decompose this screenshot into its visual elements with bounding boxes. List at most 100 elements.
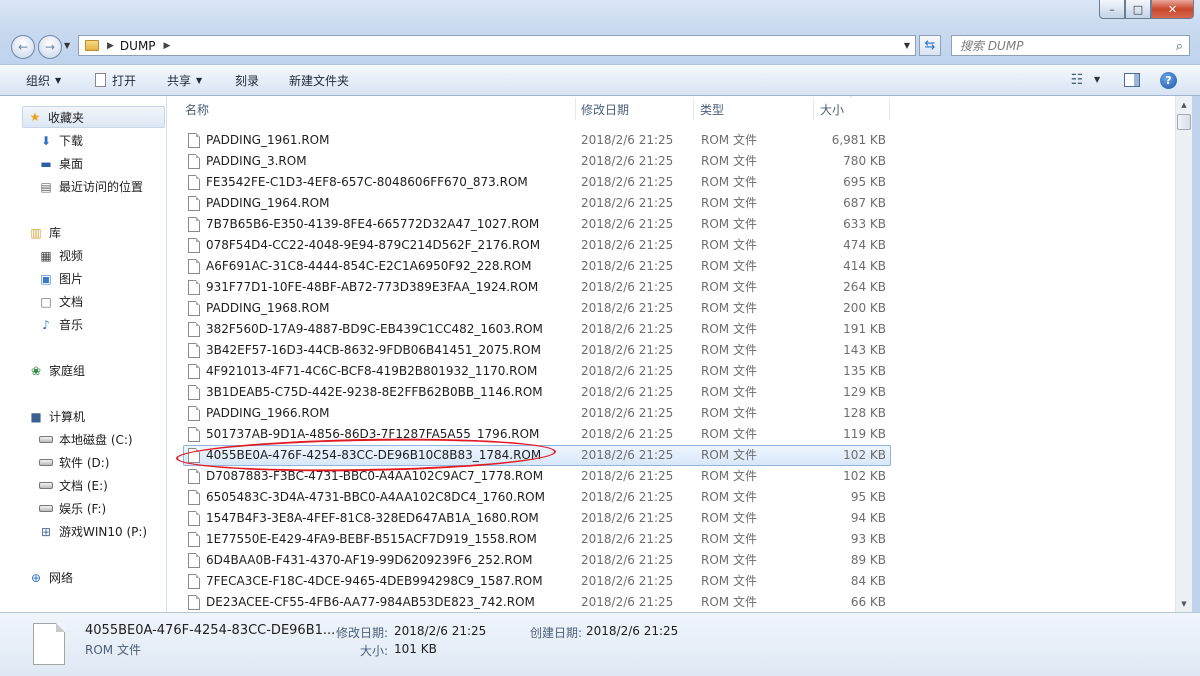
- file-type: ROM 文件: [701, 259, 757, 273]
- burn-button[interactable]: 刻录: [235, 65, 259, 95]
- share-button[interactable]: 共享 ▼: [167, 65, 202, 95]
- file-row[interactable]: PADDING_1961.ROM 2018/2/6 21:25 ROM 文件 6,98…: [183, 130, 891, 151]
- nav-drive-e[interactable]: 文档 (E:): [38, 477, 108, 494]
- nav-music[interactable]: ♪ 音乐: [38, 316, 83, 333]
- file-size: 474 KB: [843, 238, 886, 252]
- file-row[interactable]: PADDING_1964.ROM 2018/2/6 21:25 ROM 文件 687 …: [183, 193, 891, 214]
- nav-network[interactable]: ⊕ 网络: [28, 569, 73, 586]
- file-row[interactable]: FE3542FE-C1D3-4EF8-657C-8048606FF670_873…: [183, 172, 891, 193]
- breadcrumb-separator-icon[interactable]: ▶: [107, 41, 114, 51]
- scroll-thumb[interactable]: [1177, 114, 1191, 130]
- nav-homegroup[interactable]: ❀ 家庭组: [28, 362, 85, 379]
- file-date: 2018/2/6 21:25: [581, 469, 674, 483]
- file-row[interactable]: 382F560D-17A9-4887-BD9C-EB439C1CC482_160…: [183, 319, 891, 340]
- scroll-up-button[interactable]: ▲: [1176, 96, 1192, 113]
- recent-pages-dropdown[interactable]: ▼: [64, 41, 70, 50]
- nav-drive-p[interactable]: ⊞ 游戏WIN10 (P:): [38, 523, 147, 540]
- file-row[interactable]: PADDING_1968.ROM 2018/2/6 21:25 ROM 文件 200 …: [183, 298, 891, 319]
- file-row[interactable]: 6D4BAA0B-F431-4370-AF19-99D6209239F6_252…: [183, 550, 891, 571]
- file-row[interactable]: 931F77D1-10FE-48BF-AB72-773D389E3FAA_192…: [183, 277, 891, 298]
- nav-libraries-label: 库: [49, 226, 62, 240]
- file-icon: [188, 175, 200, 190]
- forward-button[interactable]: →: [38, 35, 62, 59]
- view-options-icon[interactable]: ☷: [1069, 72, 1085, 88]
- new-folder-button[interactable]: 新建文件夹: [289, 65, 349, 95]
- column-resize-handle[interactable]: [693, 98, 694, 120]
- column-resize-handle[interactable]: [889, 98, 890, 120]
- column-header-name[interactable]: 名称: [185, 96, 209, 123]
- scroll-down-button[interactable]: ▼: [1176, 595, 1192, 612]
- file-row[interactable]: DE23ACEE-CF55-4FB6-AA77-984AB53DE823_742…: [183, 592, 891, 612]
- close-button[interactable]: ✕: [1151, 0, 1194, 19]
- drive-icon: [38, 456, 54, 470]
- file-size: 89 KB: [850, 553, 886, 567]
- file-icon: [188, 532, 200, 547]
- nav-downloads[interactable]: ⬇ 下载: [38, 132, 83, 149]
- nav-drive-f[interactable]: 娱乐 (F:): [38, 500, 106, 517]
- file-row[interactable]: D7087883-F3BC-4731-BBC0-A4AA102C9AC7_177…: [183, 466, 891, 487]
- file-size: 135 KB: [843, 364, 886, 378]
- arrow-right-icon: →: [44, 40, 56, 54]
- address-dropdown-button[interactable]: ▼: [899, 36, 915, 55]
- file-row[interactable]: 078F54D4-CC22-4048-9E94-879C214D562F_217…: [183, 235, 891, 256]
- file-type: ROM 文件: [701, 532, 757, 546]
- nav-favorites[interactable]: ★ 收藏夹: [22, 106, 165, 128]
- file-type: ROM 文件: [701, 595, 757, 609]
- preview-pane-icon[interactable]: [1124, 73, 1140, 87]
- nav-videos[interactable]: ▦ 视频: [38, 247, 83, 264]
- details-modified-value: 2018/2/6 21:25: [394, 624, 487, 638]
- file-row[interactable]: 6505483C-3D4A-4731-BBC0-A4AA102C8DC4_176…: [183, 487, 891, 508]
- vertical-scrollbar[interactable]: ▲ ▼: [1175, 96, 1192, 612]
- back-button[interactable]: ←: [11, 35, 35, 59]
- file-row[interactable]: 3B1DEAB5-C75D-442E-9238-8E2FFB62B0BB_114…: [183, 382, 891, 403]
- view-dropdown-icon[interactable]: ▼: [1094, 75, 1100, 84]
- file-row[interactable]: 1E77550E-E429-4FA9-BEBF-B515ACF7D919_155…: [183, 529, 891, 550]
- file-row[interactable]: 4055BE0A-476F-4254-83CC-DE96B10C8B83_178…: [183, 445, 891, 466]
- maximize-button[interactable]: □: [1125, 0, 1151, 19]
- file-row[interactable]: A6F691AC-31C8-4444-854C-E2C1A6950F92_228…: [183, 256, 891, 277]
- file-row[interactable]: 3B42EF57-16D3-44CB-8632-9FDB06B41451_207…: [183, 340, 891, 361]
- file-row[interactable]: 1547B4F3-3E8A-4FEF-81C8-328ED647AB1A_168…: [183, 508, 891, 529]
- file-row[interactable]: PADDING_3.ROM 2018/2/6 21:25 ROM 文件 780 KB: [183, 151, 891, 172]
- breadcrumb-dump[interactable]: DUMP: [120, 39, 156, 53]
- breadcrumb-chevron-icon[interactable]: ▶: [164, 41, 171, 51]
- file-row[interactable]: 4F921013-4F71-4C6C-BCF8-419B2B801932_117…: [183, 361, 891, 382]
- file-row[interactable]: 501737AB-9D1A-4856-86D3-7F1287FA5A55_179…: [183, 424, 891, 445]
- explorer-window: – □ ✕ ← → ▼ ▶ DUMP ▶ ▼ ⇆ ⌕ 组织 ▼: [0, 0, 1200, 676]
- file-type: ROM 文件: [701, 322, 757, 336]
- search-input[interactable]: [958, 37, 1162, 54]
- search-icon[interactable]: ⌕: [1176, 39, 1183, 54]
- nav-drive-d[interactable]: 软件 (D:): [38, 454, 109, 471]
- file-icon: [188, 385, 200, 400]
- column-resize-handle[interactable]: [575, 98, 576, 120]
- file-icon: [188, 469, 200, 484]
- minimize-button[interactable]: –: [1099, 0, 1125, 19]
- open-button[interactable]: 打开: [95, 65, 136, 95]
- column-header-size[interactable]: 大小: [820, 96, 844, 123]
- file-name: A6F691AC-31C8-4444-854C-E2C1A6950F92_228…: [206, 259, 532, 273]
- organize-button[interactable]: 组织 ▼: [26, 65, 61, 95]
- file-type: ROM 文件: [701, 196, 757, 210]
- help-icon[interactable]: ?: [1160, 72, 1177, 89]
- file-row[interactable]: 7B7B65B6-E350-4139-8FE4-665772D32A47_102…: [183, 214, 891, 235]
- file-date: 2018/2/6 21:25: [581, 406, 674, 420]
- nav-computer[interactable]: ■ 计算机: [28, 408, 85, 425]
- address-bar[interactable]: ▶ DUMP ▶ ▼: [78, 35, 916, 56]
- file-size: 129 KB: [843, 385, 886, 399]
- file-row[interactable]: PADDING_1966.ROM 2018/2/6 21:25 ROM 文件 128 …: [183, 403, 891, 424]
- nav-desktop[interactable]: ▬ 桌面: [38, 155, 83, 172]
- file-icon: [188, 133, 200, 148]
- file-icon: [188, 490, 200, 505]
- nav-recent[interactable]: ▤ 最近访问的位置: [38, 178, 143, 195]
- refresh-button[interactable]: ⇆: [919, 35, 941, 56]
- file-row[interactable]: 7FECA3CE-F18C-4DCE-9465-4DEB994298C9_158…: [183, 571, 891, 592]
- nav-libraries[interactable]: ▥ 库: [28, 224, 61, 241]
- search-box[interactable]: ⌕: [951, 35, 1190, 56]
- nav-drive-c[interactable]: 本地磁盘 (C:): [38, 431, 133, 448]
- nav-documents[interactable]: □ 文档: [38, 293, 83, 310]
- nav-pictures[interactable]: ▣ 图片: [38, 270, 83, 287]
- column-resize-handle[interactable]: [813, 98, 814, 120]
- column-header-type[interactable]: 类型: [700, 96, 724, 123]
- file-size: 84 KB: [850, 574, 886, 588]
- column-header-date[interactable]: 修改日期: [581, 96, 629, 123]
